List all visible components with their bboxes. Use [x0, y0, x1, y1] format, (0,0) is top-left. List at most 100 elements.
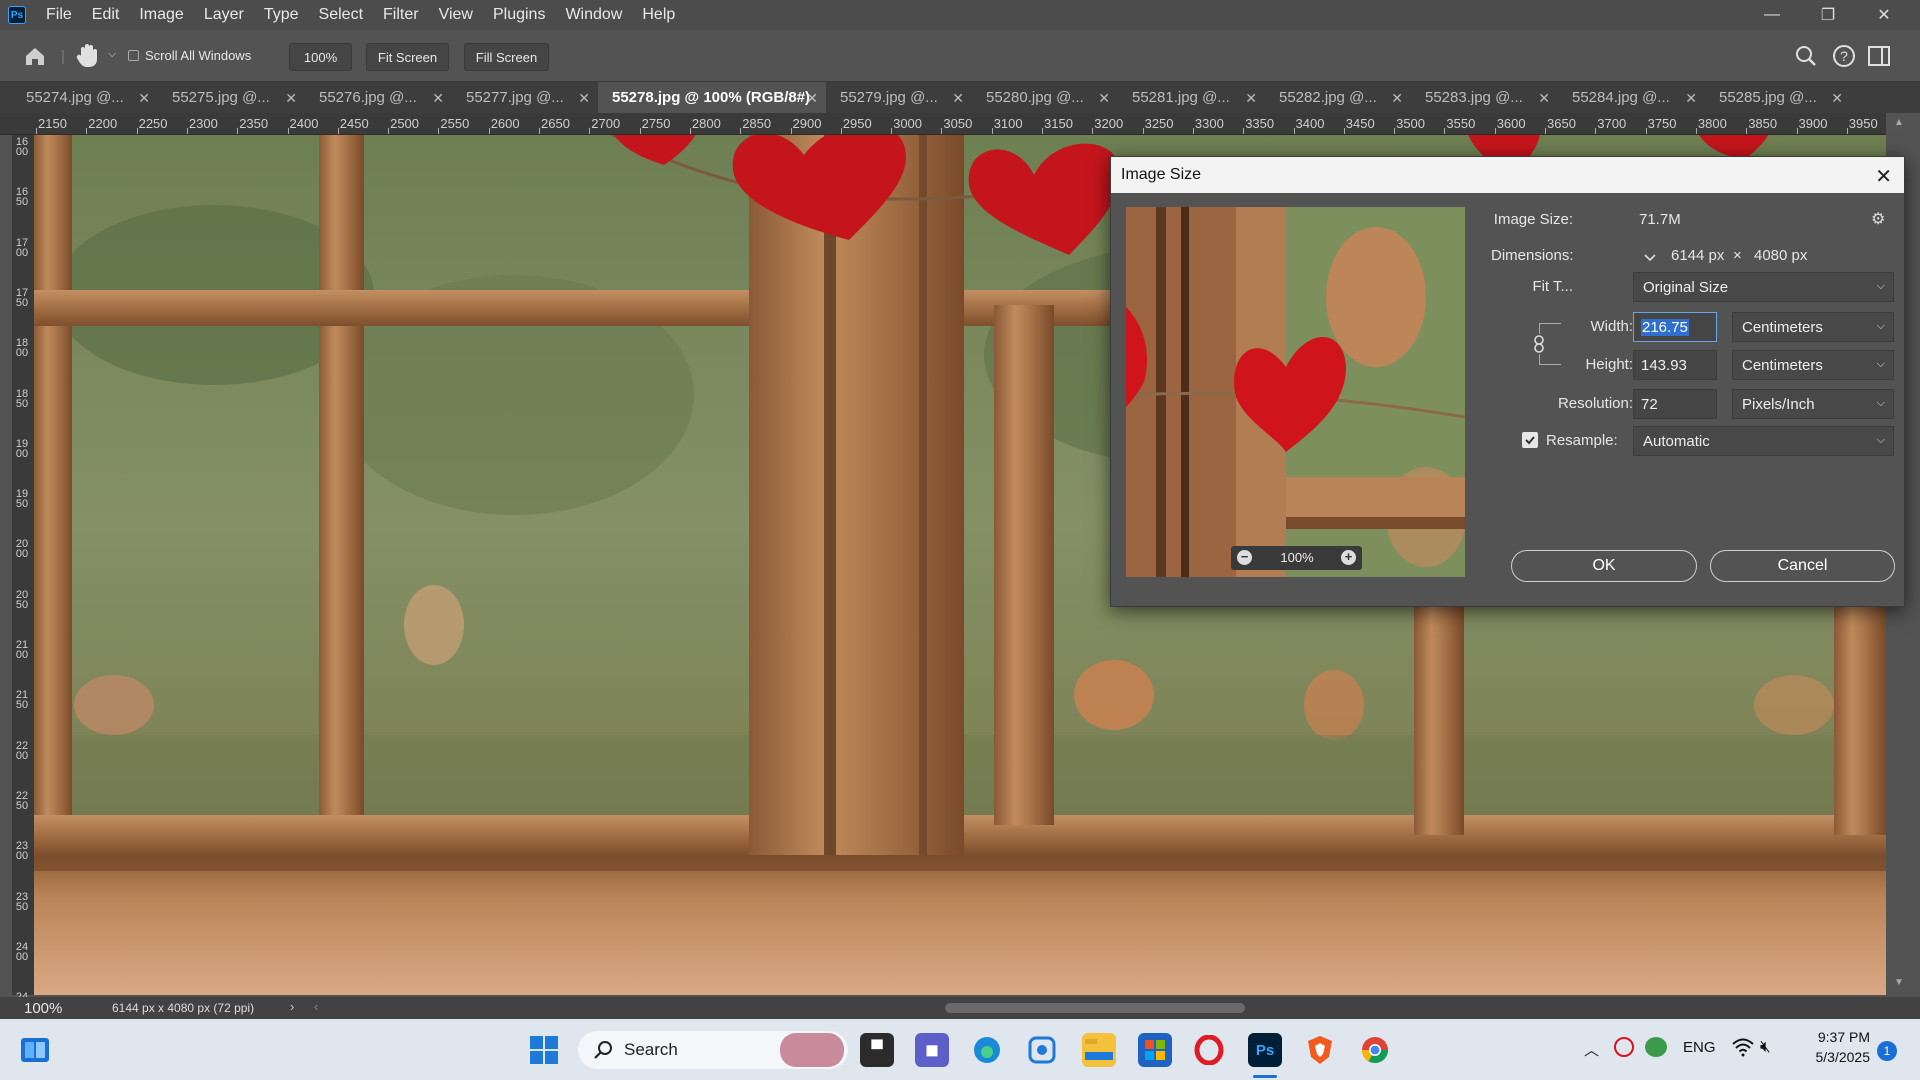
clock-time[interactable]: 9:37 PM — [1800, 1029, 1870, 1045]
resolution-unit-select[interactable]: Pixels/Inch ⌵ — [1732, 389, 1894, 419]
language-indicator[interactable]: ENG — [1683, 1039, 1716, 1056]
show-hidden-icons[interactable]: ︿ — [1584, 1039, 1599, 1060]
zoom-in-icon[interactable]: + — [1341, 550, 1356, 565]
dialog-close-icon[interactable]: ✕ — [1875, 164, 1892, 189]
snipping-tool-icon[interactable] — [1025, 1033, 1059, 1067]
document-tab[interactable]: 55281.jpg @... ✕ — [1118, 82, 1265, 113]
zoom-100-button[interactable]: 100% — [289, 43, 352, 71]
scroll-up-icon[interactable]: ▲ — [1894, 117, 1904, 128]
menu-item-image[interactable]: Image — [129, 0, 193, 30]
tool-preset-chevron-icon[interactable]: ⌵ — [108, 48, 116, 61]
chrome-icon[interactable] — [1358, 1033, 1392, 1067]
menu-item-edit[interactable]: Edit — [82, 0, 130, 30]
start-windows-icon[interactable] — [527, 1033, 561, 1067]
scroll-down-icon[interactable]: ▼ — [1894, 977, 1904, 988]
tab-close-icon[interactable]: ✕ — [1098, 90, 1110, 107]
document-tab[interactable]: 55274.jpg @... ✕ — [12, 82, 158, 113]
help-icon[interactable]: ? — [1832, 44, 1856, 73]
resolution-input[interactable]: 72 — [1633, 389, 1717, 419]
document-tab[interactable]: 55276.jpg @... ✕ — [305, 82, 452, 113]
height-input[interactable]: 143.93 — [1633, 350, 1717, 380]
minimize-icon[interactable]: — — [1744, 0, 1800, 30]
restore-icon[interactable]: ❐ — [1800, 0, 1856, 30]
tray-app-icon[interactable] — [1614, 1037, 1634, 1057]
menu-item-view[interactable]: View — [429, 0, 483, 30]
photoshop-logo-icon[interactable]: Ps — [8, 6, 26, 24]
checkbox-box[interactable] — [128, 50, 139, 61]
fit-screen-button[interactable]: Fit Screen — [366, 43, 449, 71]
ok-button[interactable]: OK — [1511, 550, 1697, 582]
brave-icon[interactable] — [1303, 1033, 1337, 1067]
tab-label: 55277.jpg @... — [466, 89, 564, 106]
menu-item-plugins[interactable]: Plugins — [483, 0, 555, 30]
tab-close-icon[interactable]: ✕ — [1831, 90, 1843, 107]
search-icon[interactable] — [1794, 44, 1818, 73]
menu-item-layer[interactable]: Layer — [194, 0, 254, 30]
horizontal-scrollbar-thumb[interactable] — [945, 1003, 1245, 1013]
menu-item-file[interactable]: File — [36, 0, 82, 30]
dimensions-dropdown-icon[interactable] — [1641, 248, 1659, 266]
menu-item-window[interactable]: Window — [555, 0, 632, 30]
width-unit-select[interactable]: Centimeters ⌵ — [1732, 312, 1894, 342]
height-unit-select[interactable]: Centimeters ⌵ — [1732, 350, 1894, 380]
task-view-icon[interactable]: ▀ — [860, 1033, 894, 1067]
document-tab[interactable]: 55278.jpg @ 100% (RGB/8#) ✕ — [598, 82, 826, 113]
close-window-icon[interactable]: ✕ — [1856, 0, 1912, 30]
horizontal-ruler[interactable]: 2150 2200 2250 2300 2350 2400 2450 2500 2550 2600… — [0, 113, 1920, 135]
image-preview[interactable]: − 100% + — [1126, 207, 1465, 577]
zoom-out-icon[interactable]: − — [1237, 550, 1252, 565]
fit-to-select[interactable]: Original Size ⌵ — [1633, 272, 1894, 302]
opera-icon[interactable] — [1192, 1033, 1226, 1067]
taskbar-search-box[interactable]: Search — [578, 1031, 848, 1069]
vertical-ruler[interactable]: 1600 1650 1700 1750 1800 1850 1900 1950 2000 2050… — [12, 135, 34, 1013]
status-zoom[interactable]: 100% — [24, 1000, 62, 1017]
teams-icon[interactable]: ◼ — [915, 1033, 949, 1067]
menu-item-type[interactable]: Type — [254, 0, 309, 30]
document-tab[interactable]: 55284.jpg @... ✕ — [1558, 82, 1705, 113]
wifi-icon[interactable] — [1731, 1037, 1755, 1062]
document-tab[interactable]: 55283.jpg @... ✕ — [1411, 82, 1558, 113]
tab-close-icon[interactable]: ✕ — [1391, 90, 1403, 107]
document-tab[interactable]: 55285.jpg @... ✕ — [1705, 82, 1851, 113]
document-tab[interactable]: 55277.jpg @... ✕ — [452, 82, 598, 113]
tab-close-icon[interactable]: ✕ — [806, 90, 818, 107]
scroll-all-label: Scroll All Windows — [145, 48, 252, 63]
menu-item-filter[interactable]: Filter — [373, 0, 429, 30]
tab-close-icon[interactable]: ✕ — [285, 90, 297, 107]
file-explorer-icon[interactable] — [1082, 1033, 1116, 1067]
cancel-button[interactable]: Cancel — [1710, 550, 1895, 582]
tab-close-icon[interactable]: ✕ — [1245, 90, 1257, 107]
status-chevron-icon[interactable]: › — [290, 999, 294, 1014]
tab-close-icon[interactable]: ✕ — [1685, 90, 1697, 107]
home-icon[interactable] — [22, 44, 48, 68]
tab-close-icon[interactable]: ✕ — [1538, 90, 1550, 107]
settings-gear-icon[interactable]: ⚙ — [1871, 209, 1885, 229]
fill-screen-button[interactable]: Fill Screen — [464, 43, 549, 71]
scroll-left-icon[interactable]: ‹ — [314, 999, 318, 1014]
microsoft-store-icon[interactable] — [1138, 1033, 1172, 1067]
hand-tool-icon[interactable] — [74, 42, 100, 70]
tray-app2-icon[interactable] — [1645, 1037, 1667, 1057]
workspace-icon[interactable] — [1868, 46, 1890, 71]
tab-close-icon[interactable]: ✕ — [952, 90, 964, 107]
menu-item-help[interactable]: Help — [632, 0, 685, 30]
document-tab[interactable]: 55282.jpg @... ✕ — [1265, 82, 1411, 113]
resample-method-select[interactable]: Automatic ⌵ — [1633, 426, 1894, 456]
volume-muted-icon[interactable]: 🔇︎ — [1760, 1037, 1771, 1057]
tab-close-icon[interactable]: ✕ — [138, 90, 150, 107]
edge-icon[interactable] — [970, 1033, 1004, 1067]
widgets-icon[interactable] — [18, 1033, 52, 1067]
tab-close-icon[interactable]: ✕ — [432, 90, 444, 107]
document-tab[interactable]: 55275.jpg @... ✕ — [158, 82, 305, 113]
width-input[interactable]: 216.75 — [1633, 312, 1717, 342]
tab-close-icon[interactable]: ✕ — [578, 90, 590, 107]
scroll-all-windows-checkbox[interactable]: Scroll All Windows — [128, 48, 251, 63]
link-proportions-icon[interactable] — [1531, 334, 1547, 354]
photoshop-taskbar-icon[interactable]: Ps — [1248, 1033, 1282, 1067]
notification-badge[interactable]: 1 — [1877, 1041, 1897, 1061]
document-tab[interactable]: 55280.jpg @... ✕ — [972, 82, 1118, 113]
clock-date[interactable]: 5/3/2025 — [1800, 1049, 1871, 1065]
document-tab[interactable]: 55279.jpg @... ✕ — [826, 82, 972, 113]
resample-checkbox[interactable] — [1522, 432, 1538, 448]
menu-item-select[interactable]: Select — [309, 0, 373, 30]
